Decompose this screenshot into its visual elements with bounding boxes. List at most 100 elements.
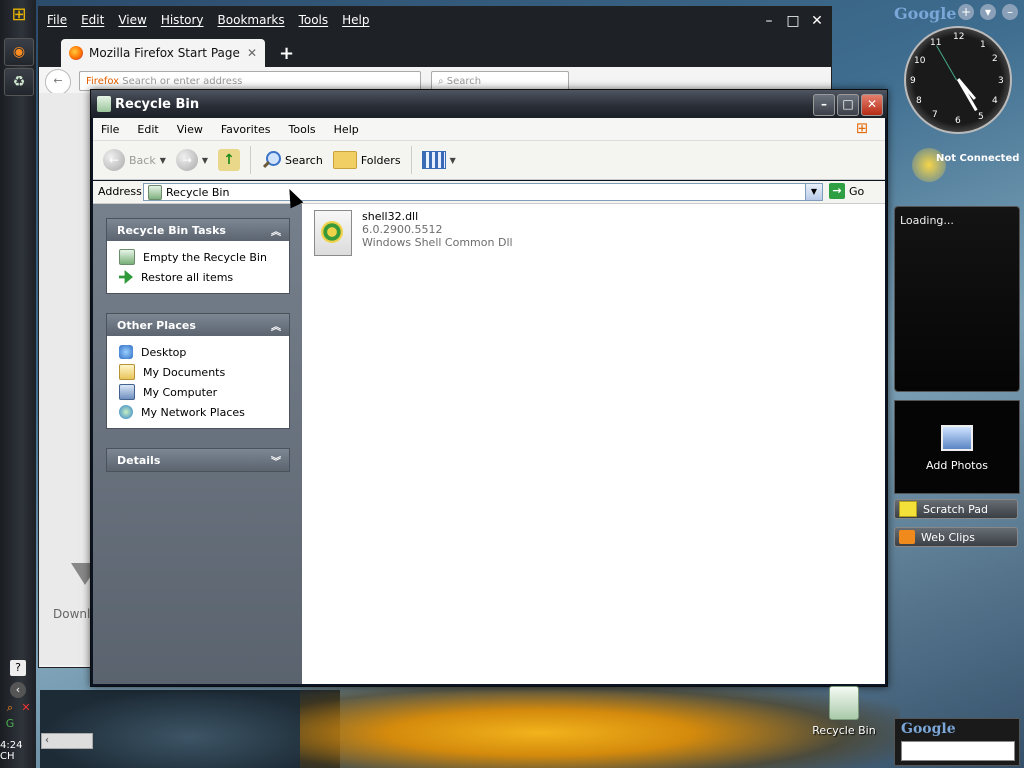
- recycle-bin-icon: [119, 249, 135, 265]
- menu-help[interactable]: Help: [334, 123, 359, 136]
- ff-url-placeholder: Search or enter address: [122, 76, 243, 87]
- ff-horizontal-scrollbar[interactable]: ‹: [41, 733, 93, 749]
- recycle-bin-tasks-header[interactable]: Recycle Bin Tasks ︽: [107, 219, 289, 241]
- menu-file[interactable]: File: [101, 123, 119, 136]
- ff-menu-help[interactable]: Help: [342, 13, 369, 27]
- views-button[interactable]: ▼: [418, 149, 460, 171]
- network-places-icon: [119, 405, 133, 419]
- recycle-bin-taskbar-button[interactable]: ♻: [4, 68, 34, 96]
- file-item[interactable]: shell32.dll 6.0.2900.5512 Windows Shell …: [314, 210, 513, 256]
- clock-number: 8: [916, 96, 922, 106]
- scratch-pad-gadget[interactable]: Scratch Pad: [894, 499, 1018, 519]
- my-documents-icon: [119, 364, 135, 380]
- ff-menu-tools[interactable]: Tools: [299, 13, 329, 27]
- other-places-header[interactable]: Other Places ︽: [107, 314, 289, 336]
- firefox-taskbar-button[interactable]: ◉: [4, 38, 34, 66]
- ff-tab-start-page[interactable]: Mozilla Firefox Start Page ✕: [61, 39, 265, 67]
- file-list: shell32.dll 6.0.2900.5512 Windows Shell …: [302, 204, 885, 684]
- ff-menu-edit[interactable]: Edit: [81, 13, 104, 27]
- address-label: Address: [98, 185, 142, 198]
- address-value: Recycle Bin: [166, 185, 230, 199]
- my-documents-link[interactable]: My Documents: [119, 362, 289, 382]
- menu-view[interactable]: View: [177, 123, 203, 136]
- loading-gadget: Loading...: [894, 206, 1020, 392]
- ff-tab-close-icon[interactable]: ✕: [247, 46, 257, 60]
- task-label: Empty the Recycle Bin: [143, 250, 267, 264]
- address-dropdown-icon[interactable]: ▼: [805, 184, 822, 200]
- ff-menu-view[interactable]: View: [118, 13, 146, 27]
- ff-downloads-tile[interactable]: Downl: [53, 563, 99, 621]
- toolbar-separator: [250, 146, 252, 174]
- desktop-recycle-bin-label: Recycle Bin: [812, 724, 876, 737]
- my-computer-link[interactable]: My Computer: [119, 382, 289, 402]
- clock-number: 1: [980, 40, 986, 50]
- web-clips-label: Web Clips: [921, 530, 975, 544]
- ff-menu-file[interactable]: File: [47, 13, 67, 27]
- firefox-menubar: File Edit View History Bookmarks Tools H…: [47, 13, 370, 27]
- ff-menu-history[interactable]: History: [161, 13, 204, 27]
- ff-close-button[interactable]: ✕: [809, 13, 825, 29]
- ff-url-prefix: Firefox: [86, 76, 120, 87]
- collapse-tray-icon[interactable]: ‹: [10, 682, 26, 698]
- menu-edit[interactable]: Edit: [137, 123, 158, 136]
- collapse-chevron-icon[interactable]: ︽: [271, 223, 281, 238]
- address-input[interactable]: Recycle Bin ▼: [143, 183, 823, 201]
- ff-back-button[interactable]: ←: [45, 69, 71, 95]
- empty-recycle-bin-link[interactable]: Empty the Recycle Bin: [119, 247, 289, 267]
- place-label: My Computer: [143, 385, 218, 399]
- recycle-bin-icon: [97, 96, 111, 112]
- recycle-bin-icon: [829, 686, 859, 720]
- google-tray-icon[interactable]: G: [2, 716, 18, 732]
- forward-button[interactable]: → ▼: [172, 147, 212, 173]
- desktop-link[interactable]: Desktop: [119, 342, 289, 362]
- expand-chevron-icon[interactable]: ︾: [271, 453, 281, 468]
- recycle-bin-titlebar[interactable]: Recycle Bin – □ ✕: [91, 90, 887, 118]
- sidebar-minimize-icon[interactable]: –: [1002, 4, 1018, 20]
- menu-favorites[interactable]: Favorites: [221, 123, 271, 136]
- place-label: My Network Places: [141, 405, 245, 419]
- search-tray-icon[interactable]: ⌕: [2, 700, 18, 716]
- ff-maximize-button[interactable]: □: [785, 13, 801, 29]
- google-search-gadget: Google: [894, 718, 1020, 766]
- back-button[interactable]: ← Back ▼: [99, 147, 170, 173]
- maximize-button[interactable]: □: [837, 94, 859, 116]
- sidebar-menu-icon[interactable]: ▾: [980, 4, 996, 20]
- back-arrow-icon: ←: [103, 149, 125, 171]
- clock-number: 9: [910, 76, 916, 86]
- photos-gadget[interactable]: Add Photos: [894, 400, 1020, 494]
- menu-tools[interactable]: Tools: [289, 123, 316, 136]
- place-label: Desktop: [141, 345, 187, 359]
- folder-up-icon: ↑: [218, 149, 241, 171]
- clock-second-hand: [936, 45, 957, 81]
- back-dropdown-icon[interactable]: ▼: [160, 156, 166, 165]
- network-tray-icon[interactable]: ✕: [18, 700, 34, 716]
- minimize-button[interactable]: –: [813, 94, 835, 116]
- toolbar-separator: [410, 146, 412, 174]
- my-network-places-link[interactable]: My Network Places: [119, 402, 289, 422]
- forward-dropdown-icon[interactable]: ▼: [202, 156, 208, 165]
- other-places-panel: Other Places ︽ Desktop My Documents My C…: [106, 313, 290, 429]
- ff-search-input[interactable]: ⌕ Search: [431, 71, 569, 91]
- ff-new-tab-button[interactable]: +: [279, 43, 294, 64]
- collapse-chevron-icon[interactable]: ︽: [271, 318, 281, 333]
- menubar: File Edit View Favorites Tools Help ⊞: [93, 118, 885, 140]
- search-button[interactable]: Search: [257, 148, 327, 172]
- folders-button[interactable]: Folders: [329, 149, 405, 171]
- go-button[interactable]: → Go: [829, 183, 864, 199]
- ff-minimize-button[interactable]: –: [761, 13, 777, 29]
- help-icon[interactable]: ?: [10, 660, 26, 676]
- restore-all-items-link[interactable]: Restore all items: [119, 267, 289, 287]
- desktop-recycle-bin[interactable]: Recycle Bin: [808, 686, 880, 737]
- my-computer-icon: [119, 384, 135, 400]
- up-button[interactable]: ↑: [214, 147, 244, 173]
- taskbar-clock[interactable]: 4:24 CH: [0, 740, 40, 762]
- close-button[interactable]: ✕: [861, 94, 883, 116]
- windows-start-icon[interactable]: ⊞: [6, 4, 32, 26]
- details-header[interactable]: Details ︾: [107, 449, 289, 471]
- ff-menu-bookmarks[interactable]: Bookmarks: [218, 13, 285, 27]
- google-logo: Google: [894, 4, 957, 23]
- web-clips-gadget[interactable]: Web Clips: [894, 527, 1018, 547]
- google-search-input[interactable]: [901, 741, 1015, 761]
- add-gadget-icon[interactable]: +: [958, 4, 974, 20]
- ff-url-input[interactable]: Firefox Search or enter address: [79, 71, 421, 91]
